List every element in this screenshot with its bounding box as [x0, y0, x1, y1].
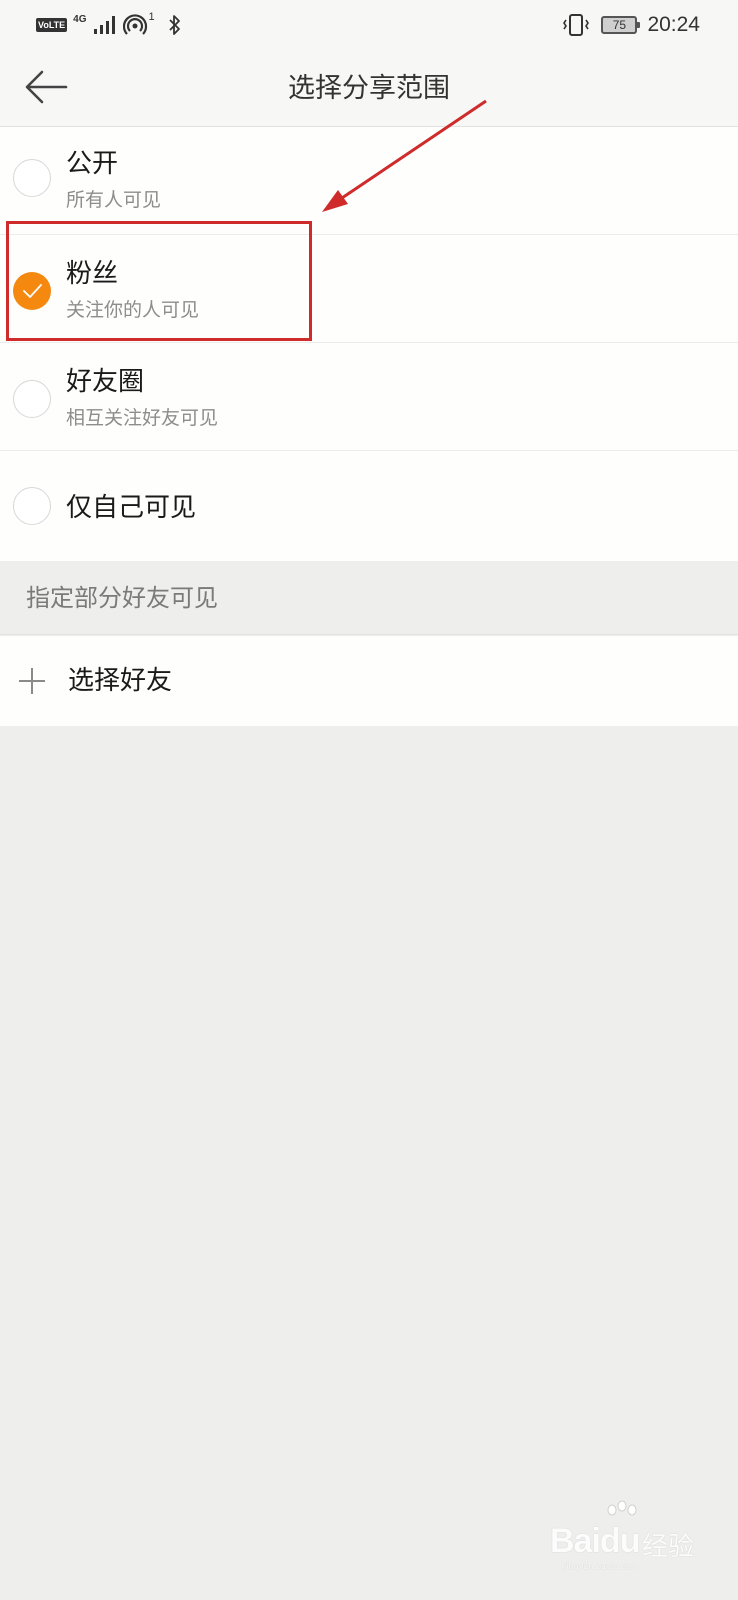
radio-checked-icon[interactable]: [13, 272, 51, 310]
clock: 20:24: [647, 13, 700, 36]
plus-icon: [19, 668, 45, 694]
option-description: 所有人可见: [66, 189, 162, 211]
section-title: 指定部分好友可见: [26, 584, 218, 612]
share-scope-options: 公开 所有人可见 粉丝 关注你的人可见 好友圈 相互关注好友可见 仅自己可见: [0, 127, 738, 561]
hotspot-count: 1: [148, 11, 155, 23]
paw-icon: [607, 1500, 637, 1516]
radio-unchecked-icon[interactable]: [13, 487, 51, 525]
bluetooth-icon: [169, 15, 180, 35]
option-label: 仅自己可见: [66, 493, 197, 523]
back-arrow-icon: [25, 70, 68, 104]
watermark-logo: Baidu: [550, 1522, 640, 1560]
volte-badge: VoLTE: [36, 18, 68, 32]
signal-icon: [93, 16, 115, 34]
select-friends-button[interactable]: 选择好友: [0, 636, 738, 726]
option-label: 公开: [66, 149, 119, 179]
option-only-me[interactable]: 仅自己可见: [0, 451, 738, 561]
network-type: 4G: [73, 13, 87, 25]
vibrate-icon: [563, 14, 590, 36]
option-label: 好友圈: [66, 367, 145, 397]
page-title: 选择分享范围: [288, 73, 450, 104]
status-right: 75 20:24: [561, 10, 700, 40]
option-fans[interactable]: 粉丝 关注你的人可见: [0, 235, 738, 343]
select-friends-label: 选择好友: [68, 666, 173, 696]
watermark-jingyan: 经验: [642, 1532, 695, 1562]
radio-unchecked-icon[interactable]: [13, 159, 51, 197]
option-public[interactable]: 公开 所有人可见: [0, 127, 738, 235]
status-left: VoLTE 4G 1: [36, 11, 183, 38]
status-bar: VoLTE 4G 1 75 20:24: [0, 0, 738, 52]
option-description: 相互关注好友可见: [66, 407, 219, 429]
watermark-url: jingyan.baidu.com: [564, 1562, 638, 1571]
option-label: 粉丝: [66, 259, 119, 289]
battery-icon: 75: [601, 16, 641, 34]
section-header: 指定部分好友可见: [0, 561, 738, 635]
checkmark-icon: [23, 284, 42, 298]
option-friends-circle[interactable]: 好友圈 相互关注好友可见: [0, 343, 738, 451]
option-description: 关注你的人可见: [66, 299, 200, 321]
radio-unchecked-icon[interactable]: [13, 380, 51, 418]
header-bar: 选择分享范围: [0, 52, 738, 127]
back-button[interactable]: [18, 62, 74, 112]
battery-level: 75: [612, 18, 627, 32]
hotspot-icon: [122, 14, 147, 35]
baidu-jingyan-watermark: Baidu 经验 jingyan.baidu.com: [550, 1500, 700, 1571]
